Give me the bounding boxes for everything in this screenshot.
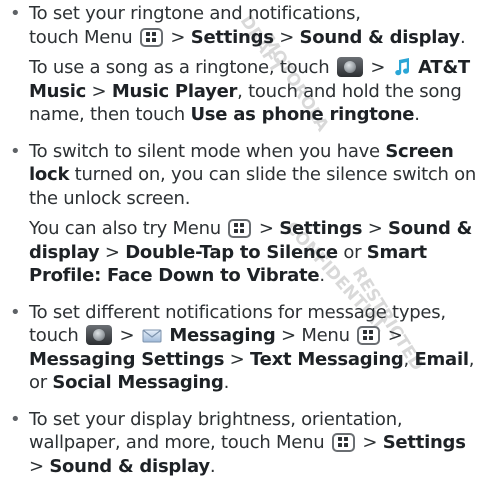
bullet: • <box>10 301 20 325</box>
text: turned on, you can slide the silence swi… <box>29 164 476 209</box>
text: To switch to silent mode when you have <box>29 141 380 162</box>
app-launcher-icon <box>86 325 112 345</box>
settings-label: Settings <box>383 432 466 453</box>
separator: > <box>259 218 274 239</box>
list-subitem-double-tap: You can also try Menu > Settings > Sound… <box>0 217 484 288</box>
text: . <box>224 372 229 393</box>
social-messaging-label: Social Messaging <box>52 372 223 393</box>
sound-display-label: Sound & display <box>300 27 460 48</box>
bullet: • <box>10 408 20 432</box>
separator: > <box>29 456 44 477</box>
list-subitem-song-ringtone: To use a song as a ringtone, touch > AT&… <box>0 56 484 127</box>
music-note-icon <box>393 57 411 76</box>
separator: > <box>105 242 120 263</box>
separator: > Menu <box>281 325 350 346</box>
bullet: • <box>10 140 20 164</box>
envelope-icon <box>142 328 162 344</box>
settings-label: Settings <box>279 218 362 239</box>
separator: > <box>370 57 385 78</box>
text-messaging-label: Text Messaging <box>250 349 404 370</box>
list-item-ringtone: • To set your ringtone and notifications… <box>0 0 484 49</box>
text: To use a song as a ringtone, touch <box>29 57 329 78</box>
separator: > <box>120 325 135 346</box>
separator: > <box>92 81 107 102</box>
menu-key-icon <box>357 326 380 345</box>
menu-key-icon <box>332 433 355 452</box>
messaging-label: Messaging <box>169 325 275 346</box>
sound-display-label: Sound & display <box>49 456 209 477</box>
double-tap-label: Double-Tap to Silence <box>125 242 338 263</box>
list-item-silent-mode: • To switch to silent mode when you have… <box>0 140 484 211</box>
email-label: Email <box>415 349 469 370</box>
text: . <box>210 456 215 477</box>
menu-key-icon <box>140 28 163 47</box>
text: , <box>404 349 409 370</box>
separator: > <box>230 349 245 370</box>
bullet: • <box>10 2 20 26</box>
menu-key-icon <box>228 219 251 238</box>
messaging-settings-label: Messaging Settings <box>29 349 224 370</box>
music-player-label: Music Player <box>112 81 237 102</box>
text: . <box>460 27 465 48</box>
separator: > <box>362 432 377 453</box>
separator: > <box>279 27 294 48</box>
app-launcher-icon <box>337 57 363 77</box>
list-item-notifications: • To set different notifications for mes… <box>0 301 484 395</box>
text: . <box>414 104 419 125</box>
use-as-ringtone-label: Use as phone ringtone <box>190 104 414 125</box>
separator: > <box>388 325 403 346</box>
text: To set your ringtone and notifications, <box>29 3 361 24</box>
list-item-display: • To set your display brightness, orient… <box>0 408 484 478</box>
settings-label: Settings <box>191 27 274 48</box>
separator: > <box>170 27 185 48</box>
text: touch Menu <box>29 27 132 48</box>
text: You can also try Menu <box>29 218 221 239</box>
text: . <box>319 265 324 286</box>
separator: > <box>368 218 383 239</box>
instruction-list: • To set your ringtone and notifications… <box>0 0 484 478</box>
text: or <box>343 242 361 263</box>
